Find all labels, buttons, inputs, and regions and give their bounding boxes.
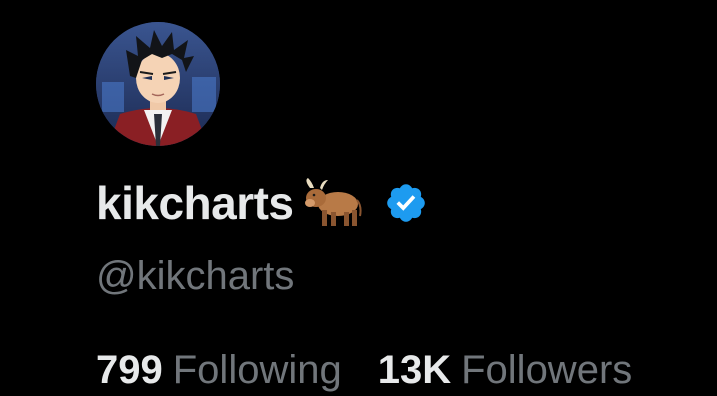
following-count: 799 (96, 348, 163, 392)
followers-link[interactable]: 13K Followers (378, 350, 633, 390)
profile-stats: 799 Following 13K Followers (96, 350, 632, 390)
verified-badge-icon[interactable] (384, 181, 428, 225)
followers-count: 13K (377, 348, 452, 392)
followers-label: Followers (461, 348, 633, 392)
following-link[interactable]: 799 Following (96, 350, 342, 390)
display-name: kikcharts (96, 177, 294, 229)
following-label: Following (172, 348, 342, 392)
avatar-image (96, 22, 220, 146)
profile-name-row: kikcharts (96, 172, 428, 234)
profile-avatar[interactable] (96, 22, 220, 146)
profile-handle: @kikcharts (96, 254, 295, 298)
ox-icon (300, 178, 362, 228)
